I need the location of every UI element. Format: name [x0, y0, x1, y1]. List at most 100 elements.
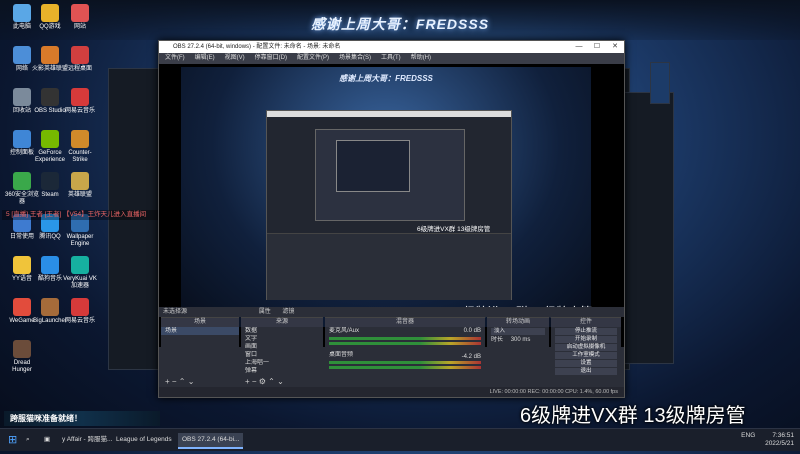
danmaku-ticker: 5 [直播] 王者 [王者] 【V54】王炸天儿进入直播间	[2, 210, 166, 220]
app-icon	[13, 88, 31, 106]
app-icon	[13, 46, 31, 64]
mixer-track-name: 麦克风/Aux	[329, 328, 360, 334]
controls-dock: 控件 停止推流 开始录制 启动虚拟摄像机 工作室模式 设置 退出	[551, 317, 621, 388]
app-icon	[71, 4, 89, 22]
app-icon	[41, 298, 59, 316]
nested-obs-window: 6级牌进VX群 13级牌房管	[266, 110, 512, 300]
control-button[interactable]: 工作室模式	[555, 352, 617, 359]
taskbar: ⊞ ⌕ ▣ y Affair - 跨服猫... League of Legend…	[0, 428, 800, 451]
app-icon	[13, 340, 31, 358]
app-icon	[71, 46, 89, 64]
desktop-icon[interactable]: Dread Hunger	[4, 340, 40, 374]
menu-edit[interactable]: 编辑(E)	[195, 53, 215, 64]
sources-dock-title: 来源	[241, 318, 323, 327]
scenes-dock-title: 场景	[161, 318, 239, 327]
menu-view[interactable]: 视图(V)	[225, 53, 245, 64]
desktop-icon-label: Dread Hunger	[12, 360, 32, 373]
source-item[interactable]: 窗口	[241, 351, 323, 359]
menu-docks[interactable]: 停靠窗口(D)	[255, 53, 287, 64]
app-icon	[13, 130, 31, 148]
properties-button[interactable]: 属性	[259, 309, 271, 315]
source-toolbar: 未选择源 属性 滤镜	[159, 307, 624, 317]
desktop-icon-label: 网站	[73, 24, 86, 30]
background-window-strip	[650, 62, 670, 104]
source-item[interactable]: 上海唱一	[241, 359, 323, 367]
app-icon	[13, 256, 31, 274]
obs-titlebar[interactable]: OBS 27.2.4 (64-bit, windows) - 配置文件: 未命名…	[159, 41, 624, 53]
taskbar-item-obs[interactable]: OBS 27.2.4 (64-bi...	[178, 433, 244, 449]
tray-time: 7:36:51	[772, 432, 794, 439]
app-icon	[41, 4, 59, 22]
stream-banner-text: 跨服猫咪准备就绪！	[10, 414, 82, 423]
minimize-button[interactable]: —	[570, 41, 588, 53]
control-button[interactable]: 启动虚拟摄像机	[555, 344, 617, 351]
control-button[interactable]: 退出	[555, 368, 617, 375]
obs-window[interactable]: OBS 27.2.4 (64-bit, windows) - 配置文件: 未命名…	[158, 40, 625, 398]
control-button[interactable]: 开始录制	[555, 336, 617, 343]
audio-mixer-dock: 混音器 麦克风/Aux 0.0 dB 桌面音频 -4.2 dB	[325, 317, 485, 388]
source-toolbar-buttons[interactable]: + − ⚙ ⌃ ⌄	[245, 377, 284, 386]
stream-banner: 跨服猫咪准备就绪！	[4, 411, 160, 426]
obs-title-text: OBS 27.2.4 (64-bit, windows) - 配置文件: 未命名…	[173, 44, 341, 50]
app-icon	[71, 172, 89, 190]
taskbar-item-browser[interactable]: y Affair - 跨服猫...	[58, 433, 116, 447]
scene-toolbar[interactable]: + − ⌃ ⌄	[165, 377, 194, 386]
desktop-icon[interactable]: VeryKuai VK加速器	[62, 256, 98, 290]
obs-menubar: 文件(F) 编辑(E) 视图(V) 停靠窗口(D) 配置文件(P) 场景集合(S…	[159, 53, 624, 64]
app-icon	[13, 4, 31, 22]
app-icon	[41, 172, 59, 190]
controls-dock-title: 控件	[551, 318, 621, 327]
stream-caption: 6级牌进VX群 13级牌房管	[520, 405, 746, 427]
menu-scene-collection[interactable]: 场景集合(S)	[339, 53, 371, 64]
system-tray[interactable]: ENG 7:36:51 2022/5/21	[741, 429, 794, 454]
preview-canvas: 感谢上周大哥：FREDSSS 6级牌进VX群 13级牌房管 6级牌进VX群 13…	[181, 67, 592, 327]
menu-tools[interactable]: 工具(T)	[381, 53, 401, 64]
source-item[interactable]: 文字	[241, 335, 323, 343]
desktop-icon[interactable]: 网易云音乐	[62, 298, 98, 325]
source-item[interactable]: 弹幕	[241, 367, 323, 375]
transition-select[interactable]: 淡入	[491, 328, 545, 335]
transition-duration[interactable]: 时长 300 ms	[487, 336, 549, 344]
app-icon	[71, 298, 89, 316]
mixer-track-db: 0.0 dB	[463, 328, 481, 334]
desktop-icon[interactable]: Counter-Strike	[62, 130, 98, 164]
start-button[interactable]: ⊞	[4, 433, 21, 447]
nested-obs-window-3	[336, 140, 410, 192]
desktop-icon-label: 网易云音乐	[64, 108, 95, 114]
volume-meter	[329, 342, 481, 345]
taskbar-item-league[interactable]: League of Legends	[112, 433, 176, 447]
banner-title: 感谢上周大哥：FREDSSS	[310, 16, 490, 32]
menu-file[interactable]: 文件(F)	[165, 53, 185, 64]
desktop-icon-label: 网易云音乐	[64, 318, 95, 324]
menu-help[interactable]: 帮助(H)	[411, 53, 431, 64]
desktop-icon[interactable]: 网站	[62, 4, 98, 31]
desktop-icon-label: 远程桌面	[67, 66, 92, 72]
obs-preview[interactable]: 感谢上周大哥：FREDSSS 6级牌进VX群 13级牌房管 6级牌进VX群 13…	[159, 64, 624, 347]
mixer-dock-title: 混音器	[325, 318, 485, 327]
control-button[interactable]: 停止推流	[555, 328, 617, 335]
transition-duration-label: 时长	[491, 337, 504, 343]
obs-statusbar: LIVE: 00:00:00 REC: 00:00:00 CPU: 1.4%, …	[159, 387, 624, 397]
desktop-icon-label: Counter-Strike	[68, 150, 92, 163]
app-icon	[71, 130, 89, 148]
tray-language[interactable]: ENG	[741, 432, 755, 439]
filters-button[interactable]: 滤镜	[282, 309, 294, 315]
desktop-icon[interactable]: 英雄联盟	[62, 172, 98, 199]
source-item[interactable]: 数据	[241, 327, 323, 335]
tray-date: 2022/5/21	[765, 440, 794, 447]
desktop-icon[interactable]: 远程桌面	[62, 46, 98, 73]
scene-item[interactable]: 场景	[161, 327, 239, 335]
close-button[interactable]: ✕	[606, 41, 624, 53]
transition-duration-value: 300 ms	[510, 337, 531, 343]
desktop-icon[interactable]: 网易云音乐	[62, 88, 98, 115]
menu-profile[interactable]: 配置文件(P)	[297, 53, 329, 64]
preview-banner: 感谢上周大哥：FREDSSS	[339, 74, 433, 83]
desktop-icon-label: VeryKuai VK加速器	[63, 276, 97, 289]
app-icon	[41, 88, 59, 106]
maximize-button[interactable]: ☐	[588, 41, 606, 53]
mixer-track-db: -4.2 dB	[461, 354, 481, 360]
source-item[interactable]: 画面	[241, 343, 323, 351]
control-button[interactable]: 设置	[555, 360, 617, 367]
no-source-label: 未选择源	[163, 309, 188, 315]
background-window-right	[620, 92, 674, 364]
